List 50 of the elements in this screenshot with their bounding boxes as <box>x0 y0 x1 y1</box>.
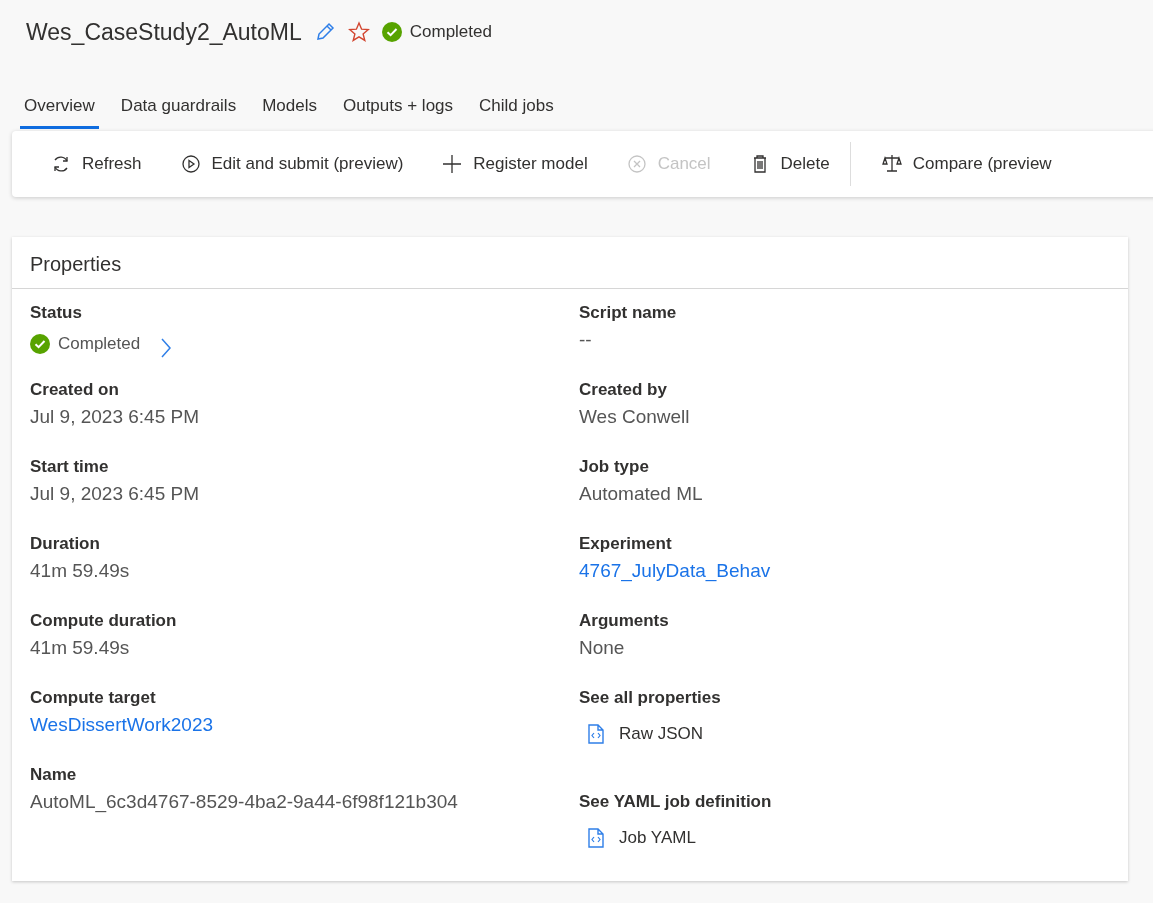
close-circle-icon <box>625 153 648 175</box>
plus-button[interactable]: Register model <box>441 147 588 181</box>
property-link[interactable]: 4767_JulyData_Behav <box>579 560 771 582</box>
property-label: Experiment <box>579 534 672 554</box>
check-circle-icon <box>381 22 402 42</box>
property-label: See YAML job definition <box>579 792 772 812</box>
property-label: Created on <box>30 380 119 400</box>
property-label: Script name <box>579 303 677 323</box>
property-value: AutoML_6c3d4767-8529-4ba2-9a44-6f98f121b304 <box>30 791 458 813</box>
refresh-button[interactable]: Refresh <box>50 147 142 181</box>
property-label: Name <box>30 765 77 785</box>
property-value: None <box>579 637 625 659</box>
code-file-icon <box>587 828 605 848</box>
property-value: Wes Conwell <box>579 406 690 428</box>
property-label: Arguments <box>579 611 669 631</box>
property-label: See all properties <box>579 688 721 708</box>
tab[interactable]: Child jobs <box>475 92 558 129</box>
scale-icon <box>880 153 903 175</box>
star-icon[interactable] <box>347 21 370 43</box>
file-link[interactable]: Raw JSON <box>579 714 704 744</box>
plus-icon <box>441 153 464 175</box>
code-file-icon <box>587 724 605 744</box>
property-value: Jul 9, 2023 6:45 PM <box>30 483 199 505</box>
check-circle-icon <box>30 334 50 354</box>
job-status: Completed <box>409 22 492 42</box>
property-label: Compute target <box>30 688 156 708</box>
play-button[interactable]: Edit and submit (preview) <box>179 147 404 181</box>
play-circle-icon <box>179 153 202 175</box>
chevron-right-icon[interactable] <box>160 337 173 359</box>
trash-button[interactable]: Delete <box>748 147 830 181</box>
tab[interactable]: Outputs + logs <box>338 92 458 129</box>
property-label: Start time <box>30 457 109 477</box>
property-value: Completed <box>58 334 141 354</box>
property-label: Created by <box>579 380 667 400</box>
property-label: Status <box>30 303 82 323</box>
file-link[interactable]: Job YAML <box>579 818 696 848</box>
scale-button[interactable]: Compare (preview <box>880 147 1052 181</box>
property-value: 41m 59.49s <box>30 560 130 582</box>
card-title: Properties <box>30 253 122 275</box>
property-value: Automated ML <box>579 483 703 505</box>
tab[interactable]: Data guardrails <box>116 92 241 129</box>
property-value: 41m 59.49s <box>30 637 130 659</box>
job-title: Wes_CaseStudy2_AutoML <box>26 18 302 46</box>
property-value: Jul 9, 2023 6:45 PM <box>30 406 199 428</box>
property-label: Duration <box>30 534 100 554</box>
property-label: Compute duration <box>30 611 177 631</box>
property-link[interactable]: WesDissertWork2023 <box>30 714 214 736</box>
property-value: -- <box>579 329 592 351</box>
tab[interactable]: Models <box>258 92 321 129</box>
property-label: Job type <box>579 457 649 477</box>
